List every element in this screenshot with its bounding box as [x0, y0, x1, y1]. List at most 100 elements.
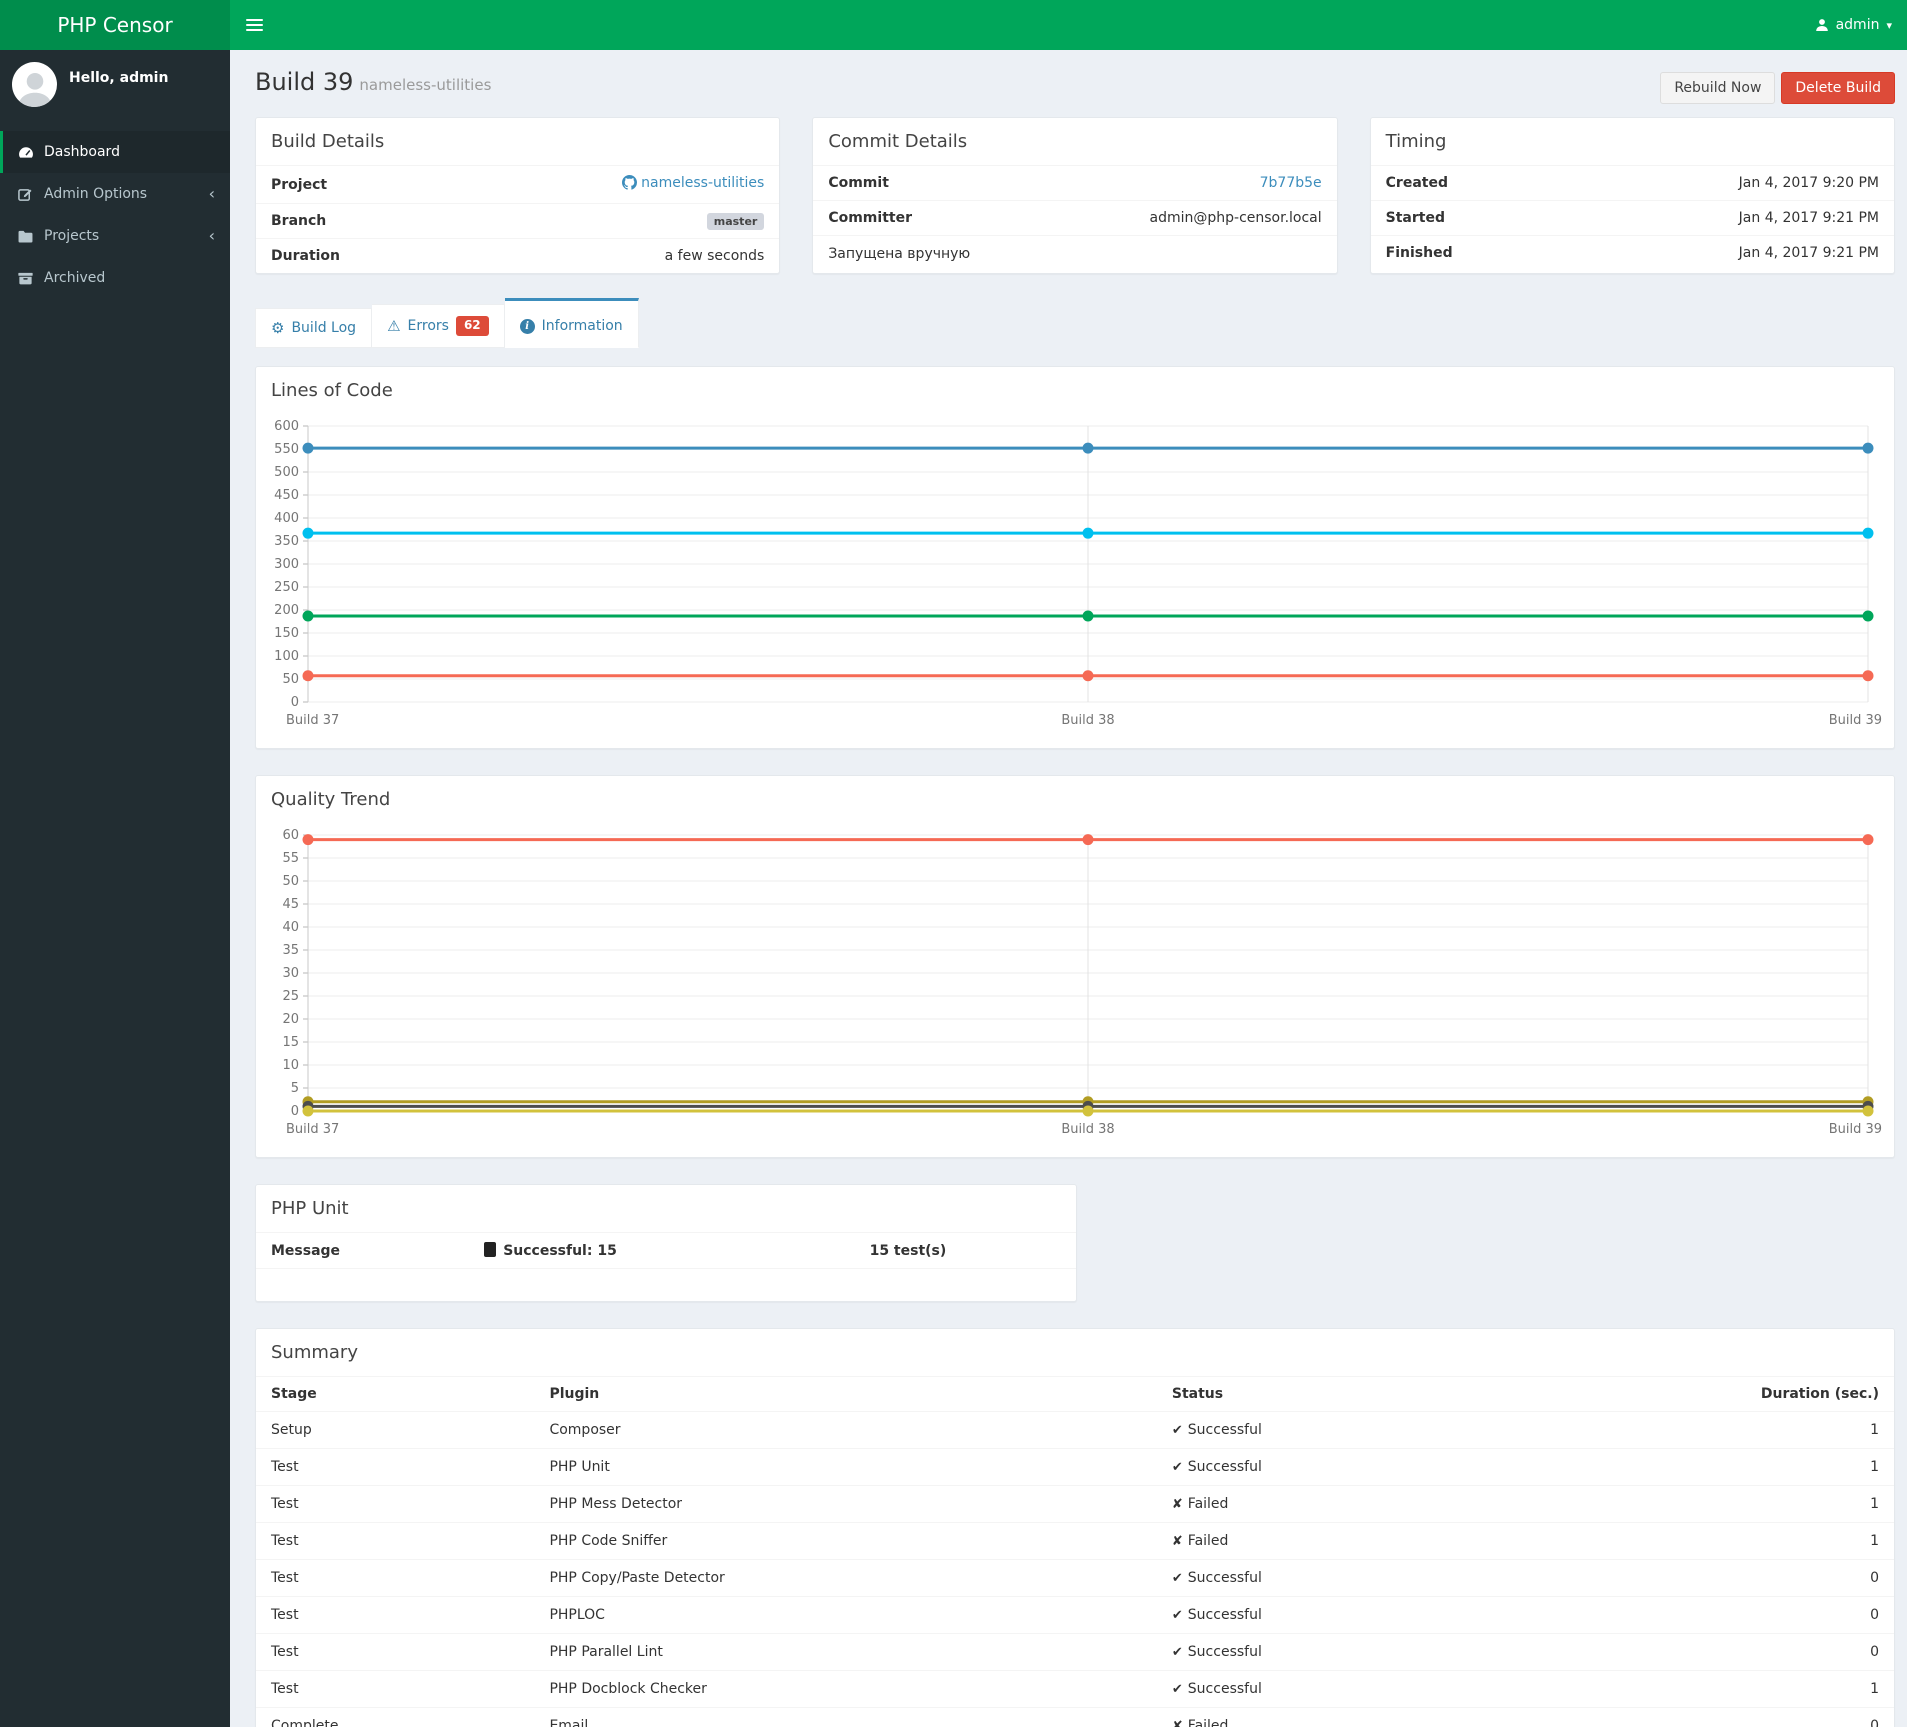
- tab-label: Errors: [407, 318, 449, 335]
- commit-link[interactable]: 7b77b5e: [1260, 175, 1322, 191]
- timing-title: Timing: [1385, 131, 1447, 152]
- user-menu[interactable]: admin ▾: [1815, 17, 1892, 33]
- check-icon: ✔: [1171, 1460, 1183, 1475]
- svg-text:10: 10: [282, 1058, 299, 1073]
- table-row: Test PHPLOC ✔ Successful 0: [256, 1596, 1894, 1634]
- plugin-cell: PHP Unit: [534, 1448, 1157, 1486]
- table-row: Test PHP Parallel Lint ✔ Successful 0: [256, 1633, 1894, 1671]
- rebuild-now-button[interactable]: Rebuild Now: [1660, 72, 1776, 104]
- check-icon: ✔: [1171, 1682, 1183, 1697]
- x-axis-label: Build 38: [1061, 1122, 1114, 1137]
- navbar-right: admin ▾: [1815, 17, 1907, 33]
- sidebar-item-admin-options[interactable]: Admin Options ‹: [0, 173, 230, 215]
- project-row: Project nameless-utilities: [256, 165, 780, 203]
- svg-text:100: 100: [274, 649, 299, 664]
- svg-text:50: 50: [282, 874, 299, 889]
- svg-text:60: 60: [282, 828, 299, 843]
- app-logo[interactable]: PHP Censor: [0, 0, 230, 50]
- stage-cell: Test: [256, 1522, 535, 1560]
- summary-panel: Summary Stage Plugin Status Duration (se…: [255, 1328, 1895, 1727]
- quality-trend-title: Quality Trend: [271, 789, 391, 810]
- commit-details-title: Commit Details: [828, 131, 968, 152]
- svg-text:600: 600: [274, 419, 299, 434]
- x-axis-label: Build 39: [1829, 1122, 1882, 1137]
- plugin-cell: PHPLOC: [534, 1596, 1157, 1634]
- archive-icon: [18, 272, 44, 285]
- sidebar-item-archived[interactable]: Archived: [0, 257, 230, 299]
- sidebar-item-label: Dashboard: [44, 144, 120, 160]
- commit-details-panel: Commit Details Commit 7b77b5e Committer adm…: [812, 117, 1338, 274]
- stage-cell: Test: [256, 1559, 535, 1597]
- quality-trend-chart-wrap: 0 5 10 15 20 25 30 35 40 45 50 55 60 Build 37 Build 38…: [256, 823, 1894, 1157]
- branch-badge: master: [706, 213, 765, 230]
- warning-icon: ⚠: [387, 316, 401, 335]
- build-details-title: Build Details: [271, 131, 385, 152]
- sidebar-greeting: Hello, admin: [69, 70, 169, 86]
- duration-cell: 1: [1664, 1522, 1894, 1560]
- created-value: Jan 4, 2017 9:20 PM: [1738, 175, 1879, 191]
- php-unit-row: Message Successful: 15 15 test(s): [256, 1232, 1076, 1269]
- lines-of-code-chart-wrap: 0 50 100 150 200 250 300 350 400 450 500 550 600 Buil…: [256, 414, 1894, 748]
- x-axis-label: Build 37: [286, 1122, 339, 1137]
- navbar: admin ▾: [230, 0, 1907, 50]
- phpunit-tests: 15 test(s): [854, 1232, 1076, 1269]
- summary-table: Stage Plugin Status Duration (sec.) Setu…: [256, 1376, 1894, 1727]
- plugin-cell: PHP Parallel Lint: [534, 1633, 1157, 1671]
- svg-text:5: 5: [291, 1081, 299, 1096]
- stage-cell: Test: [256, 1633, 535, 1671]
- svg-text:300: 300: [274, 557, 299, 572]
- status-badge: Failed: [1187, 1496, 1229, 1512]
- table-row: Test PHP Unit ✔ Successful 1: [256, 1448, 1894, 1486]
- check-icon: ✔: [1171, 1571, 1183, 1586]
- table-row: Test PHP Mess Detector ✘ Failed 1: [256, 1485, 1894, 1523]
- check-icon: ✔: [1171, 1423, 1183, 1438]
- php-unit-empty-row: [256, 1268, 1076, 1301]
- app-root: PHP Censor admin ▾ Hello, admin Dashboar…: [0, 0, 1907, 1727]
- plugin-cell: PHP Docblock Checker: [534, 1670, 1157, 1708]
- plugin-cell: Composer: [534, 1411, 1157, 1449]
- sidebar-toggle-button[interactable]: [230, 0, 279, 50]
- sidebar-menu-entry: Admin Options ‹: [0, 173, 230, 215]
- x-axis-label: Build 39: [1829, 713, 1882, 728]
- col-stage: Stage: [256, 1376, 535, 1412]
- svg-text:20: 20: [282, 1012, 299, 1027]
- tab-information[interactable]: i Information: [504, 298, 639, 348]
- svg-text:450: 450: [274, 488, 299, 503]
- duration-cell: 1: [1664, 1411, 1894, 1449]
- status-cell: ✔ Successful: [1156, 1596, 1665, 1634]
- top-navbar: PHP Censor admin ▾: [0, 0, 1907, 50]
- branch-label: Branch: [271, 213, 327, 229]
- sidebar-item-label: Admin Options: [44, 186, 148, 202]
- table-row: Setup Composer ✔ Successful 1: [256, 1411, 1894, 1449]
- cross-icon: ✘: [1171, 1497, 1183, 1512]
- table-row: Test PHP Copy/Paste Detector ✔ Successful 0: [256, 1559, 1894, 1597]
- stage-cell: Test: [256, 1596, 535, 1634]
- build-details-panel: Build Details Project nameless-utilities B…: [255, 117, 781, 274]
- status-badge: Successful: [1187, 1459, 1262, 1475]
- col-duration: Duration (sec.): [1664, 1376, 1894, 1412]
- svg-text:0: 0: [291, 695, 299, 710]
- x-axis-label: Build 38: [1061, 713, 1114, 728]
- col-status: Status: [1156, 1376, 1665, 1412]
- sidebar-item-dashboard[interactable]: Dashboard: [0, 131, 230, 173]
- lines-of-code-chart: 0 50 100 150 200 250 300 350 400 450 500 550 600 Buil…: [274, 419, 1882, 728]
- php-unit-panel: PHP Unit Message Successful: 15 15 test(…: [255, 1184, 1077, 1302]
- duration-value: a few seconds: [664, 248, 765, 264]
- sidebar-item-label: Projects: [44, 228, 100, 244]
- commit-value: 7b77b5e: [1260, 175, 1322, 191]
- sidebar-item-projects[interactable]: Projects ‹: [0, 215, 230, 257]
- commit-label: Commit: [828, 175, 889, 191]
- tab-build-log[interactable]: ⚙ Build Log: [255, 308, 373, 348]
- project-link[interactable]: nameless-utilities: [622, 175, 764, 191]
- duration-cell: 1: [1664, 1670, 1894, 1708]
- sidebar-menu: Dashboard Admin Options ‹ Projects ‹ Archived: [0, 131, 230, 299]
- status-cell: ✔ Successful: [1156, 1448, 1665, 1486]
- svg-text:25: 25: [282, 989, 299, 1004]
- quality-trend-panel: Quality Trend 0 5 10 15 20 25 30 35 40 45 50 55 60 Bu…: [255, 775, 1895, 1158]
- sidebar-user-panel: Hello, admin: [0, 50, 230, 121]
- delete-build-button[interactable]: Delete Build: [1781, 72, 1895, 104]
- tab-errors[interactable]: ⚠ Errors 62: [372, 304, 505, 348]
- tab-label: Build Log: [291, 320, 357, 336]
- sidebar: Hello, admin Dashboard Admin Options ‹ Proj…: [0, 50, 230, 1727]
- sidebar-menu-entry: Dashboard: [0, 131, 230, 173]
